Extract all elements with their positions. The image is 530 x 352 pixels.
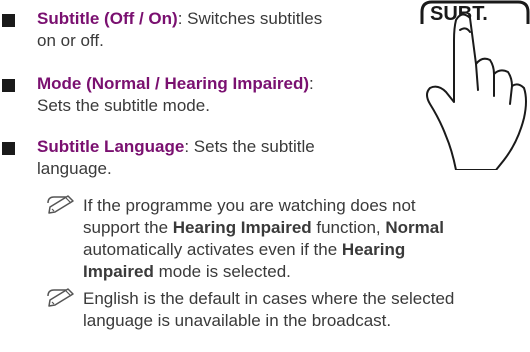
item-term: Mode (Normal / Hearing Impaired) [37,74,310,93]
note-text-part: function, [311,218,386,237]
note-default-language: English is the default in cases where th… [46,288,530,334]
bullet-square-icon [2,79,15,92]
item-description-line1: : Switches subtitles [177,9,323,28]
note-emphasis: Hearing [341,240,406,259]
note-emphasis: Hearing Impaired [172,218,312,237]
note-text-part: English is the default in cases where th… [83,289,455,308]
item-term: Subtitle (Off / On) [37,9,178,28]
note-text-part: support the [83,218,173,237]
item-description-line2: Sets the subtitle mode. [37,96,210,115]
bullet-item-subtitle: Subtitle (Off / On): Switches subtitles … [0,8,420,54]
note-text-part: language is unavailable in the broadcast… [83,311,392,330]
note-hearing-impaired: If the programme you are watching does n… [46,195,530,287]
bullet-item-mode: Mode (Normal / Hearing Impaired): Sets t… [0,73,420,119]
note-text-part: If the programme you are watching does n… [83,196,416,215]
note-emphasis: Impaired [83,262,154,281]
note-text-part: automatically activates even if the [83,240,342,259]
item-description-line1: : [309,74,314,93]
note-text-part: mode is selected. [153,262,291,281]
item-text: Subtitle (Off / On): Switches subtitles … [37,8,417,52]
item-text: Subtitle Language: Sets the subtitle lan… [37,136,417,180]
item-term: Subtitle Language [37,137,185,156]
subt-button: SUBT. [420,0,530,25]
note-text: English is the default in cases where th… [83,288,529,332]
note-pencil-icon [47,288,74,307]
bullet-square-icon [2,14,15,27]
bullet-square-icon [2,142,15,155]
manual-page: SUBT. Subtitle (Off / On): Switches subt… [0,0,530,352]
note-emphasis: Normal [385,218,444,237]
item-description-line1: : Sets the subtitle [184,137,315,156]
note-pencil-icon [47,195,74,214]
bullet-item-subtitle-language: Subtitle Language: Sets the subtitle lan… [0,136,420,182]
note-text: If the programme you are watching does n… [83,195,529,283]
hand-outline [426,13,527,170]
item-text: Mode (Normal / Hearing Impaired): Sets t… [37,73,417,117]
item-description-line2: language. [37,159,112,178]
item-description-line2: on or off. [37,31,104,50]
